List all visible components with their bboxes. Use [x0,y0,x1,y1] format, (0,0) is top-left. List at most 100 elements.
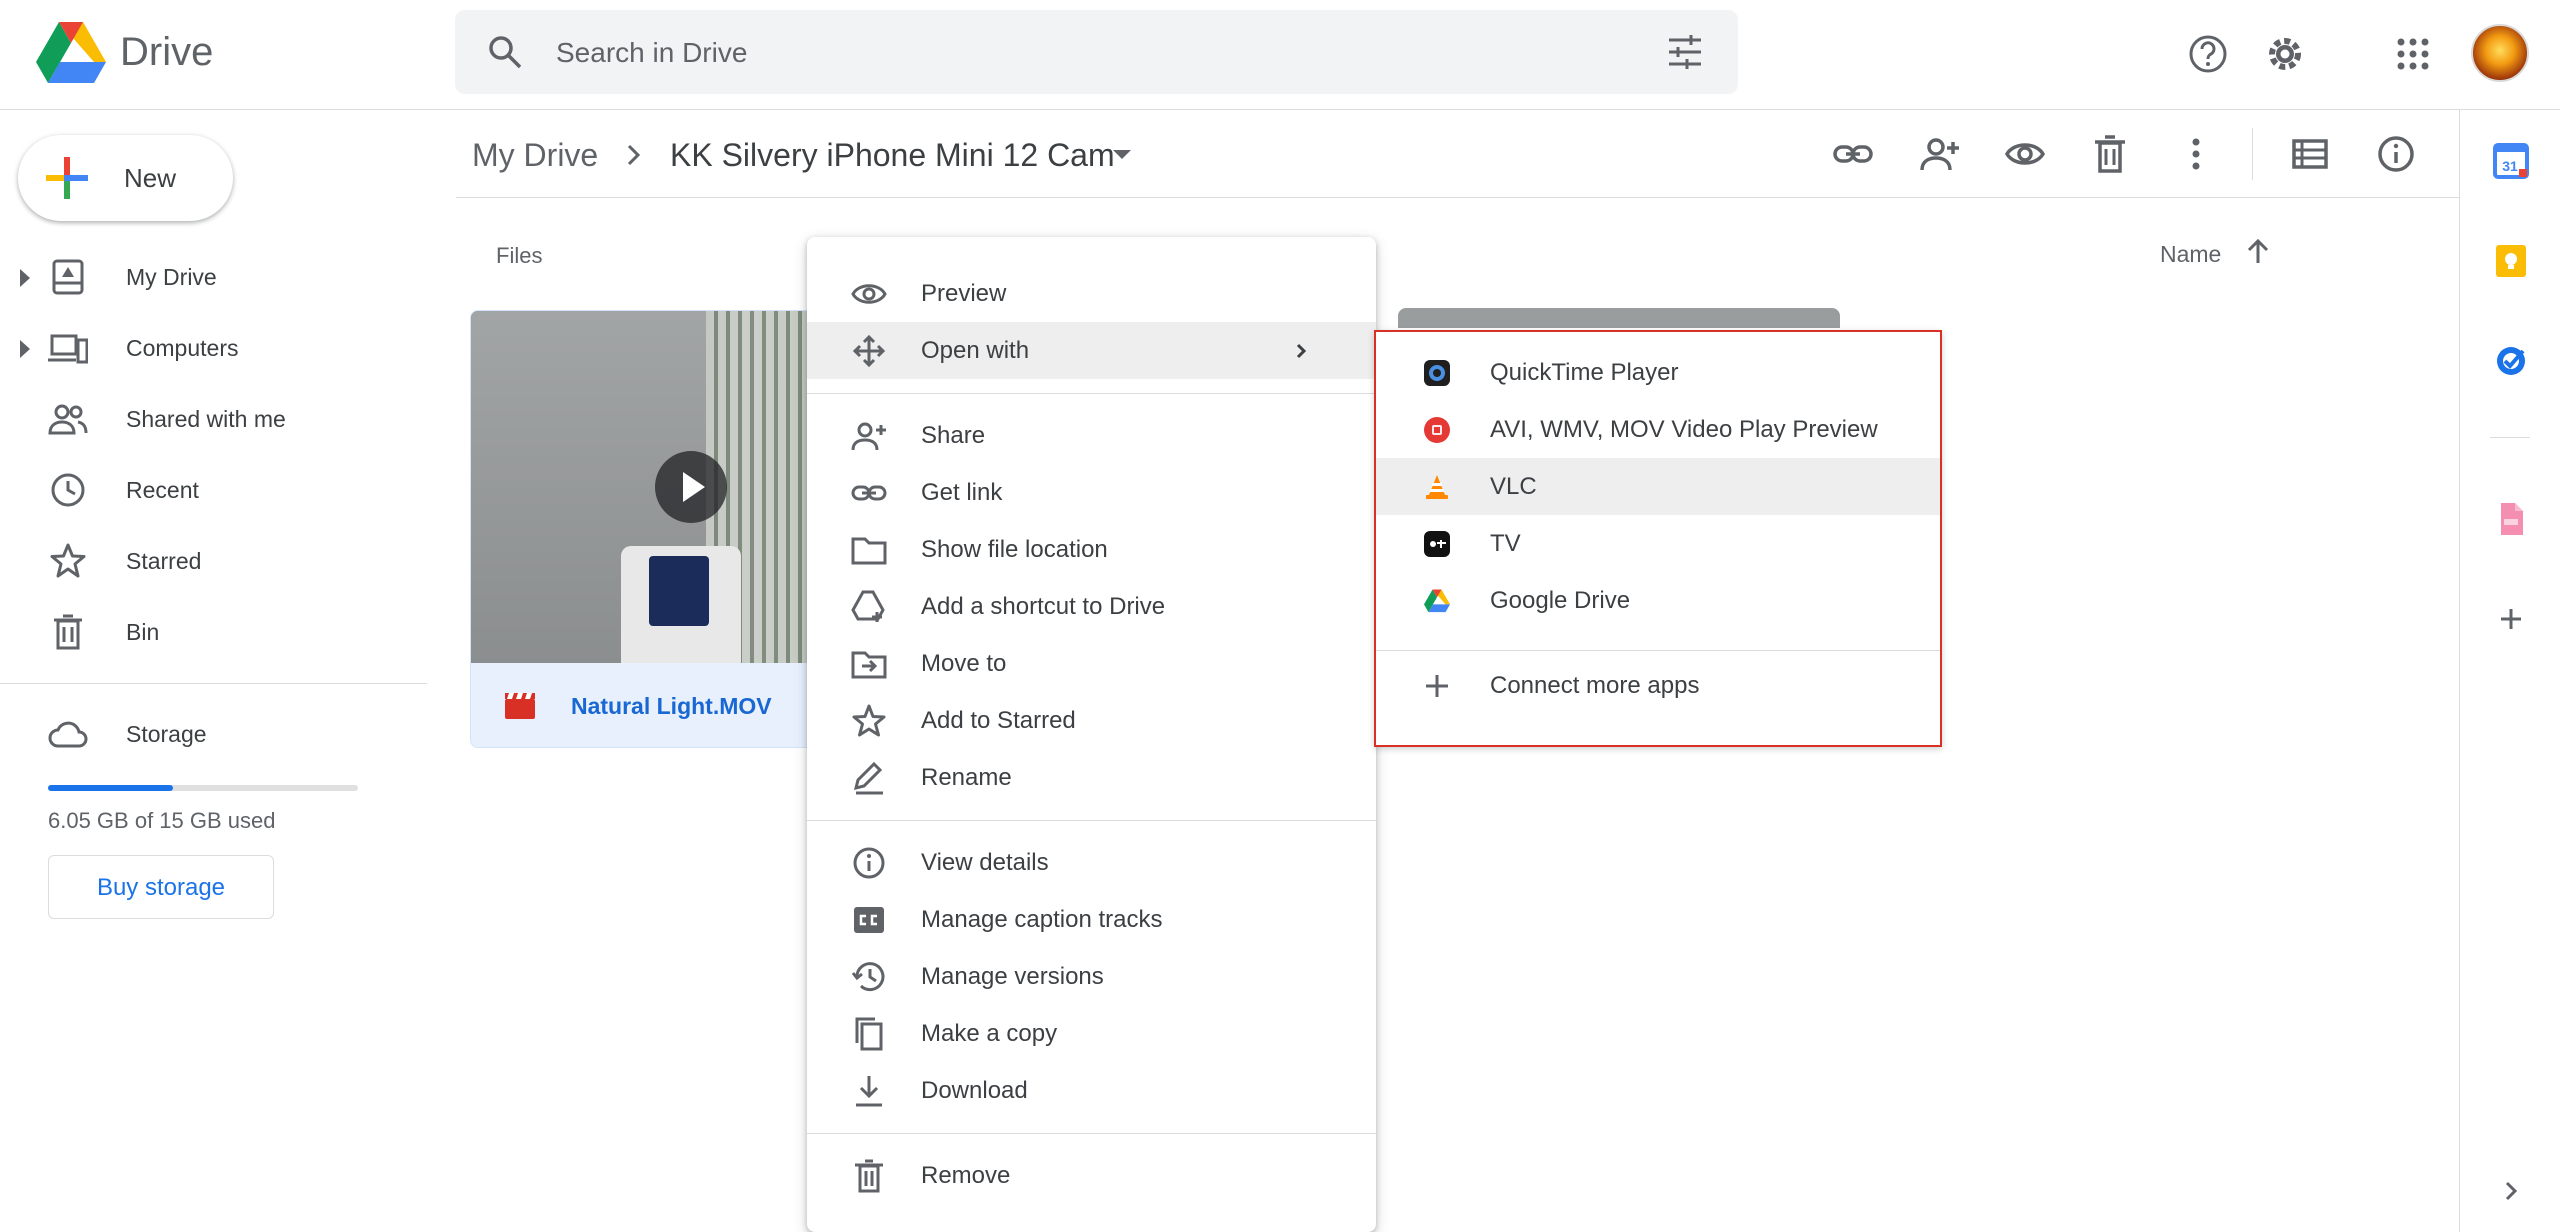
menu-item-label: Manage versions [921,963,1104,990]
account-avatar[interactable] [2471,24,2529,82]
link-icon[interactable] [1833,134,1873,174]
search-bar[interactable]: Search in Drive [455,10,1738,94]
keep-icon[interactable] [2493,243,2529,279]
menu-item-manage-versions[interactable]: Manage versions [807,948,1376,1005]
cc-icon [851,903,887,937]
storage-usage-fill [48,785,173,791]
menu-item-make-a-copy[interactable]: Make a copy [807,1005,1376,1062]
clock-icon [48,472,88,508]
calendar-icon[interactable]: 31 [2493,143,2529,179]
menu-item-label: Open with [921,337,1030,364]
submenu-item-vlc[interactable]: VLC [1376,458,1940,515]
sidebar-item-storage[interactable]: Storage [0,704,420,764]
buy-storage-label: Buy storage [96,874,226,901]
section-label-files: Files [496,243,543,268]
menu-item-open-with[interactable]: Open with [807,322,1376,379]
submenu-item-tv[interactable]: TV [1376,515,1940,572]
tasks-icon[interactable] [2493,343,2529,379]
arrow-up-icon[interactable] [2244,237,2272,267]
info-icon[interactable] [2376,134,2416,174]
preview-icon[interactable] [2005,134,2045,174]
sidebar-item-shared-with-me[interactable]: Shared with me [0,389,420,449]
breadcrumb-current-folder[interactable]: KK Silvery iPhone Mini 12 Cam [670,137,1115,174]
sort-by-name[interactable]: Name [2160,241,2221,268]
menu-item-add-to-starred[interactable]: Add to Starred [807,692,1376,749]
cloud-icon [48,716,88,752]
info-icon [851,846,887,880]
menu-item-manage-caption-tracks[interactable]: Manage caption tracks [807,891,1376,948]
search-input[interactable]: Search in Drive [556,37,747,69]
submenu-item-label: Connect more apps [1490,672,1700,699]
add-icon[interactable] [2493,601,2529,637]
sidebar-item-computers[interactable]: Computers [0,318,420,378]
play-icon[interactable] [655,451,727,523]
computers-icon [48,330,88,366]
list-view-icon[interactable] [2290,134,2330,174]
file-card-footer[interactable]: Natural Light.MOV [471,663,849,747]
context-menu: Preview Open with Share Get link Show fi… [807,237,1376,1232]
sidebar-item-label: Starred [126,548,202,574]
sidebar-divider [0,683,427,684]
sidebar-item-my-drive[interactable]: My Drive [0,247,420,307]
submenu-item-label: VLC [1490,473,1537,500]
file-card[interactable]: Natural Light.MOV [470,310,850,748]
menu-separator [807,393,1376,394]
file-name[interactable]: Natural Light.MOV [571,693,772,720]
open-with-icon [851,334,887,368]
app-name[interactable]: Drive [120,30,213,75]
search-icon[interactable] [485,32,525,72]
file-card-partial[interactable] [1398,308,1840,328]
expand-caret-icon[interactable] [20,269,30,287]
drive-logo-icon[interactable] [36,22,106,84]
link-icon [851,476,887,510]
eye-icon [851,277,887,311]
menu-item-rename[interactable]: Rename [807,749,1376,806]
submenu-item-label: Google Drive [1490,587,1631,614]
shared-icon [48,401,88,437]
menu-item-move-to[interactable]: Move to [807,635,1376,692]
buy-storage-button[interactable]: Buy storage [48,855,274,919]
menu-item-label: Preview [921,280,1007,307]
menu-item-get-link[interactable]: Get link [807,464,1376,521]
star-icon [851,704,887,738]
menu-item-label: Share [921,422,986,449]
submenu-item-label: TV [1490,530,1521,557]
submenu-item-connect-more-apps[interactable]: Connect more apps [1376,657,1940,714]
trash-icon [851,1159,887,1193]
menu-item-label: Add a shortcut to Drive [921,593,1166,620]
history-icon [851,960,887,994]
quicktime-icon [1424,360,1450,386]
menu-item-remove[interactable]: Remove [807,1147,1376,1204]
add-person-icon[interactable] [1920,134,1960,174]
trash-icon[interactable] [2090,134,2130,174]
menu-item-add-shortcut[interactable]: Add a shortcut to Drive [807,578,1376,635]
storage-label: Storage [126,721,207,747]
expand-panel-icon[interactable] [2493,1173,2529,1209]
header-divider [456,197,2459,198]
video-thumbnail[interactable] [471,311,849,663]
menu-item-share[interactable]: Share [807,407,1376,464]
menu-item-view-details[interactable]: View details [807,834,1376,891]
new-button-label: New [124,163,177,193]
menu-item-label: Move to [921,650,1007,677]
menu-item-preview[interactable]: Preview [807,265,1376,322]
submenu-item-google-drive[interactable]: Google Drive [1376,572,1940,629]
sidebar-item-starred[interactable]: Starred [0,531,420,591]
menu-item-download[interactable]: Download [807,1062,1376,1119]
new-button[interactable]: New [18,135,233,221]
folder-dropdown-icon[interactable] [1113,150,1131,159]
more-vert-icon[interactable] [2176,134,2216,174]
search-options-icon[interactable] [1665,32,1705,72]
sidebar-item-recent[interactable]: Recent [0,460,420,520]
menu-separator [807,820,1376,821]
help-icon[interactable] [2186,32,2230,76]
menu-item-show-file-location[interactable]: Show file location [807,521,1376,578]
submenu-item-quicktime-player[interactable]: QuickTime Player [1376,344,1940,401]
expand-caret-icon[interactable] [20,340,30,358]
apps-grid-icon[interactable] [2391,32,2435,76]
pdf-addon-icon[interactable] [2493,501,2529,537]
submenu-item-video-play-preview[interactable]: AVI, WMV, MOV Video Play Preview [1376,401,1940,458]
breadcrumb-root[interactable]: My Drive [472,137,598,174]
sidebar-item-bin[interactable]: Bin [0,602,420,662]
settings-icon[interactable] [2263,32,2307,76]
